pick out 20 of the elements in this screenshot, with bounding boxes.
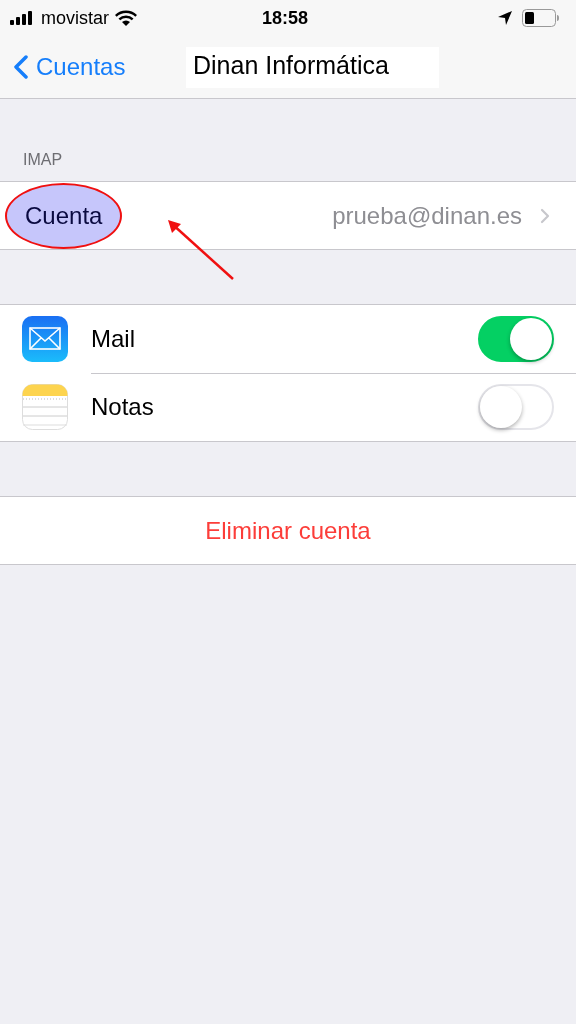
account-label: Cuenta <box>5 182 123 249</box>
section-header: IMAP <box>22 150 64 170</box>
chevron-icon <box>540 207 550 224</box>
back-chevron-icon <box>14 55 28 79</box>
back-button[interactable]: Cuentas <box>0 53 186 81</box>
delete-account-button[interactable]: Eliminar cuenta <box>0 497 576 564</box>
location-arrow-icon <box>498 11 512 25</box>
app-label: Mail <box>91 324 136 353</box>
account-row[interactable]: Cuenta prueba@dinan.es <box>0 182 576 249</box>
app-label: Notas <box>91 393 155 421</box>
account-email: prueba@dinan.es <box>332 201 522 230</box>
battery-icon <box>522 9 560 27</box>
signal-icon <box>10 11 35 25</box>
wifi-icon <box>115 10 137 26</box>
clock-time: 18:58 <box>261 7 308 29</box>
window-title: Dinan Informática <box>186 46 439 88</box>
notes-app-icon <box>22 384 68 430</box>
carrier-name: movistar <box>41 7 109 29</box>
mail-app-icon <box>22 316 68 362</box>
toggle-switch[interactable] <box>478 315 554 362</box>
